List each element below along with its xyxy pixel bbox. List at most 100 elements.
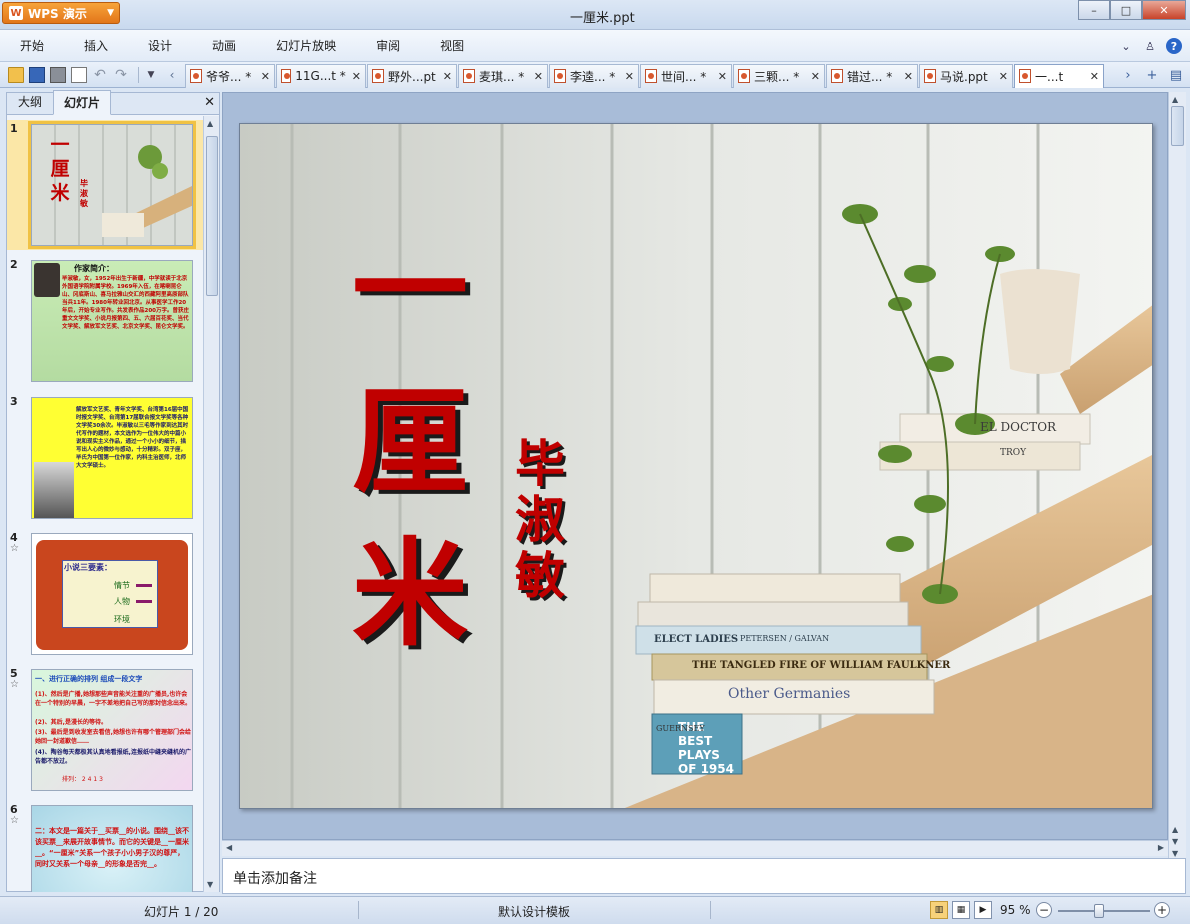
- scroll-left-icon[interactable]: ◀: [226, 843, 232, 852]
- slide-book-spine-label: Other Germanies: [728, 686, 851, 702]
- document-tab[interactable]: 爷爷... * ✕: [185, 63, 275, 88]
- zoom-in-icon[interactable]: +: [1154, 902, 1170, 918]
- animation-star-icon: ☆: [10, 815, 19, 826]
- close-tab-icon[interactable]: ✕: [805, 70, 820, 83]
- slide-thumbnail-4[interactable]: 4 ☆ 小说三要素： 情节 人物 环境: [7, 529, 203, 659]
- scrollbar-thumb[interactable]: [206, 136, 218, 296]
- toolbar-dropdown-icon[interactable]: ▼: [143, 67, 159, 83]
- slide-thumbnail-1[interactable]: 1 一厘米 毕淑敏: [7, 120, 203, 250]
- close-panel-icon[interactable]: ✕: [204, 95, 215, 110]
- notes-field[interactable]: 单击添加备注: [222, 858, 1186, 894]
- zoom-out-icon[interactable]: −: [1036, 902, 1052, 918]
- close-tab-icon[interactable]: ✕: [255, 70, 270, 83]
- open-folder-icon[interactable]: [8, 66, 24, 83]
- print-icon[interactable]: [50, 66, 66, 83]
- scroll-right-icon[interactable]: ▶: [1158, 843, 1164, 852]
- document-tab[interactable]: 11G...t * ✕: [276, 63, 366, 88]
- design-template-label[interactable]: 默认设计模板: [498, 903, 570, 920]
- document-tab[interactable]: 世间... * ✕: [640, 63, 732, 88]
- prev-slide-icon[interactable]: ▲: [1172, 825, 1178, 834]
- ribbon-collapse-icon[interactable]: ⌄: [1118, 38, 1134, 54]
- close-tab-icon[interactable]: ✕: [619, 70, 634, 83]
- close-tab-icon[interactable]: ✕: [993, 70, 1008, 83]
- author-photo-icon: [34, 462, 74, 518]
- close-window-button[interactable]: ✕: [1142, 0, 1186, 20]
- ppt-doc-icon: [924, 69, 936, 83]
- slide-title[interactable]: 一 厘 米: [340, 214, 480, 670]
- document-tab[interactable]: 李逵... * ✕: [549, 63, 639, 88]
- next-slide-icon[interactable]: ▼: [1172, 837, 1178, 846]
- print-preview-icon[interactable]: [71, 66, 87, 83]
- help-icon[interactable]: ?: [1166, 38, 1182, 54]
- normal-view-icon[interactable]: ▥: [930, 901, 948, 919]
- scroll-up-icon[interactable]: ▲: [1172, 95, 1178, 104]
- save-icon[interactable]: [29, 66, 45, 83]
- menu-item-review[interactable]: 审阅: [356, 37, 420, 54]
- menu-item-view[interactable]: 视图: [420, 37, 484, 54]
- menu-item-animation[interactable]: 动画: [192, 37, 256, 54]
- document-tab[interactable]: 野外...pt ✕: [367, 63, 457, 88]
- scroll-down-icon[interactable]: ▼: [207, 880, 213, 889]
- editor-horizontal-scrollbar[interactable]: ◀ ▶: [222, 840, 1168, 856]
- undo-icon[interactable]: ↶: [92, 67, 108, 83]
- tab-scroll-left-icon[interactable]: ‹: [164, 67, 180, 83]
- thumbnails-scrollbar[interactable]: ▲ ▼: [203, 116, 219, 892]
- slide-thumbnail-image: 解放军文艺奖、青年文学奖、台湾第16届中国时报文学奖、台湾第17届联合报文学奖等…: [31, 397, 193, 519]
- document-tab[interactable]: 马说.ppt ✕: [919, 63, 1013, 88]
- menu-item-insert[interactable]: 插入: [64, 37, 128, 54]
- scroll-down-icon[interactable]: ▼: [1172, 849, 1178, 858]
- slide-thumbnail-5[interactable]: 5 ☆ 一、进行正确的排列 组成一段文字 (1)、然后是广播,她想那些声音能关注…: [7, 665, 203, 795]
- editor-vertical-scrollbar[interactable]: ▲ ▲ ▼ ▼: [1168, 92, 1186, 860]
- slide-book-spine-label: EL DOCTOR: [980, 420, 1057, 434]
- close-tab-icon[interactable]: ✕: [346, 70, 361, 83]
- scroll-up-icon[interactable]: ▲: [207, 119, 213, 128]
- slide-thumbnail-2[interactable]: 2 作家简介： 毕淑敏，女，1952年出生于新疆，中学就读于北京外国语学院附属学…: [7, 256, 203, 386]
- document-tab[interactable]: 麦琪... * ✕: [458, 63, 548, 88]
- close-tab-icon[interactable]: ✕: [898, 70, 913, 83]
- wps-app-label: WPS 演示: [28, 6, 87, 21]
- menu-item-design[interactable]: 设计: [128, 37, 192, 54]
- wps-app-menu-button[interactable]: W WPS 演示 ▼: [2, 2, 120, 24]
- menu-item-start[interactable]: 开始: [0, 37, 64, 54]
- close-tab-icon[interactable]: ✕: [1084, 70, 1099, 83]
- new-tab-plus-icon[interactable]: +: [1144, 67, 1160, 83]
- tab-outline[interactable]: 大纲: [7, 89, 53, 114]
- close-tab-icon[interactable]: ✕: [528, 70, 543, 83]
- ppt-doc-icon: [645, 69, 657, 83]
- tab-list-icon[interactable]: ▤: [1168, 67, 1184, 83]
- tab-slides[interactable]: 幻灯片: [53, 90, 112, 115]
- author-char: 敏: [515, 546, 565, 605]
- thumb-text: 解放军文艺奖、青年文学奖、台湾第16届中国时报文学奖、台湾第17届联合报文学奖等…: [76, 407, 189, 469]
- menu-item-slideshow[interactable]: 幻灯片放映: [256, 37, 356, 54]
- document-tab-active[interactable]: 一...t ✕: [1014, 63, 1104, 88]
- slide-thumbnail-3[interactable]: 3 解放军文艺奖、青年文学奖、台湾第16届中国时报文学奖、台湾第17届联合报文学…: [7, 393, 203, 523]
- thumb-line: (1)、然后是广播,她想那些声音能关注重的广播员,也许会在一个特别的早晨，一字不…: [35, 691, 192, 707]
- close-tab-icon[interactable]: ✕: [712, 70, 727, 83]
- skin-shirt-icon[interactable]: ♙: [1142, 38, 1158, 54]
- minimize-button[interactable]: –: [1078, 0, 1110, 20]
- animation-star-icon: ☆: [10, 543, 19, 554]
- slide-sorter-view-icon[interactable]: ▦: [952, 901, 970, 919]
- tab-scroll-right-icon[interactable]: ›: [1120, 67, 1136, 83]
- close-tab-icon[interactable]: ✕: [437, 70, 452, 83]
- maximize-button[interactable]: □: [1110, 0, 1142, 20]
- current-slide[interactable]: ELECT LADIES PETERSEN / GALVAN THE TANGL…: [239, 123, 1153, 809]
- tab-label: 世间... *: [661, 69, 707, 84]
- document-tab[interactable]: 三颗... * ✕: [733, 63, 825, 88]
- title-bar: W WPS 演示 ▼ 一厘米.ppt – □ ✕: [0, 0, 1190, 30]
- zoom-level[interactable]: 95 %: [1000, 903, 1031, 917]
- slide-author[interactable]: 毕 淑 敏: [508, 436, 572, 604]
- author-char: 毕: [515, 434, 565, 493]
- scrollbar-thumb[interactable]: [1171, 106, 1184, 146]
- slideshow-view-icon[interactable]: ▶: [974, 901, 992, 919]
- thumb-text: 二：本文是一篇关于__买票__的小说。围绕__该不该买票__来展开故事情节。而它…: [35, 827, 189, 868]
- zoom-slider-handle[interactable]: [1094, 904, 1105, 918]
- slide-thumbnails: 1 一厘米 毕淑敏 2 作家简介： 毕淑敏，女，1952年出生于新疆，中学就读于…: [7, 116, 203, 892]
- document-tab[interactable]: 错过... * ✕: [826, 63, 918, 88]
- redo-icon[interactable]: ↷: [113, 67, 129, 83]
- tab-label: 爷爷... *: [206, 69, 252, 84]
- slide-thumbnail-6[interactable]: 6 ☆ 二：本文是一篇关于__买票__的小说。围绕__该不该买票__来展开故事情…: [7, 801, 203, 892]
- thumb-heading: 一、进行正确的排列 组成一段文字: [35, 675, 143, 683]
- ppt-doc-icon: [1019, 69, 1031, 83]
- slide-thumbnail-image: 作家简介： 毕淑敏，女，1952年出生于新疆，中学就读于北京外国语学院附属学校。…: [31, 260, 193, 382]
